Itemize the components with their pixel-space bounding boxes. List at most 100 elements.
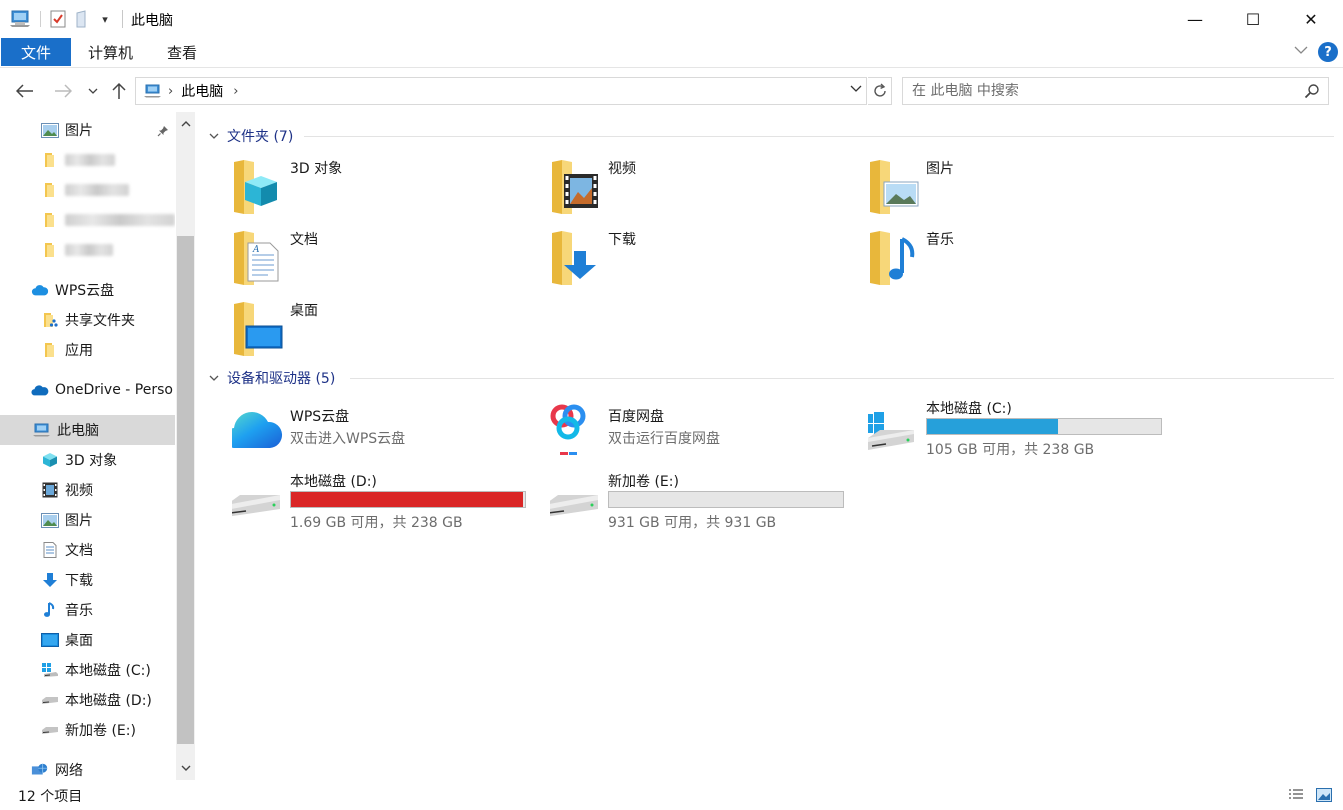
drive-free-space: 1.69 GB 可用，共 238 GB	[290, 515, 463, 531]
folder-label: 文档	[290, 232, 318, 248]
title-bar: ▾ 此电脑 — ☐ ✕	[0, 0, 1343, 38]
maximize-button[interactable]: ☐	[1224, 0, 1282, 38]
desktop-icon	[41, 632, 59, 648]
large-icons-view-icon[interactable]	[1314, 786, 1334, 804]
sidebar-item-drive-c[interactable]: 本地磁盘 (C:)	[0, 655, 175, 685]
folder-icon	[41, 182, 59, 198]
folder-tile-downloads[interactable]: 下载	[550, 229, 850, 293]
device-label: 本地磁盘 (C:)	[926, 401, 1012, 417]
sidebar-item-label: 共享文件夹	[65, 313, 135, 329]
drive-icon	[41, 722, 59, 738]
drive-usage-bar	[290, 491, 526, 508]
forward-button[interactable]	[52, 80, 74, 102]
device-tile-baidu-netdisk[interactable]: 百度网盘 双击运行百度网盘	[542, 398, 850, 466]
device-tile-wps-cloud[interactable]: WPS云盘 双击进入WPS云盘	[224, 402, 532, 466]
address-dropdown-icon[interactable]	[850, 82, 862, 96]
sidebar-item-videos[interactable]: 视频	[0, 475, 175, 505]
sidebar-item-redacted-folder[interactable]	[0, 235, 175, 265]
pictures-icon	[41, 512, 59, 528]
sidebar-item-redacted-folder[interactable]	[0, 145, 175, 175]
folder-label: 下载	[608, 232, 636, 248]
sidebar-item-shared-folder[interactable]: 共享文件夹	[0, 305, 175, 335]
customize-quick-access-icon[interactable]: ▾	[98, 8, 112, 30]
sidebar-item-label: 新加卷 (E:)	[65, 723, 136, 739]
sidebar-item-music[interactable]: 音乐	[0, 595, 175, 625]
sidebar-item-wps-cloud[interactable]: WPS云盘	[0, 275, 175, 305]
properties-icon[interactable]	[48, 8, 68, 30]
recent-locations-icon[interactable]	[86, 80, 100, 102]
redacted-text	[65, 214, 175, 226]
folder-tile-documents[interactable]: A 文档	[232, 229, 532, 293]
breadcrumb-chevron-icon[interactable]: ›	[168, 84, 173, 99]
scroll-down-icon[interactable]	[176, 758, 195, 778]
minimize-button[interactable]: —	[1166, 0, 1224, 38]
folder-label: 视频	[608, 161, 636, 177]
sidebar-item-label: WPS云盘	[55, 283, 115, 299]
tab-computer[interactable]: 计算机	[88, 38, 133, 66]
svg-text:A: A	[252, 245, 260, 255]
expand-ribbon-icon[interactable]	[1294, 44, 1308, 58]
pin-icon[interactable]	[157, 125, 169, 140]
collapse-chevron-icon[interactable]	[209, 131, 219, 142]
up-button[interactable]	[108, 80, 130, 102]
qa-separator	[40, 11, 41, 27]
group-divider	[350, 378, 1334, 379]
back-button[interactable]	[14, 80, 36, 102]
details-view-icon[interactable]	[1286, 786, 1306, 804]
sidebar-item-apps[interactable]: 应用	[0, 335, 175, 365]
video-icon	[41, 482, 59, 498]
device-tile-drive-d[interactable]: 本地磁盘 (D:) 1.69 GB 可用，共 238 GB	[226, 471, 532, 535]
search-icon[interactable]	[1304, 83, 1320, 103]
breadcrumb-this-pc[interactable]: 此电脑	[181, 81, 223, 101]
sidebar-item-this-pc[interactable]: 此电脑	[0, 415, 175, 445]
navigation-pane: 图片 WPS云盘 共享文件夹 应用 OneDrive - Perso 此电脑 3…	[0, 112, 196, 780]
desktop-folder-icon	[232, 300, 292, 360]
folder-tile-desktop[interactable]: 桌面	[232, 300, 532, 364]
sidebar-item-documents[interactable]: 文档	[0, 535, 175, 565]
new-folder-icon[interactable]	[74, 8, 92, 30]
sidebar-item-downloads[interactable]: 下载	[0, 565, 175, 595]
sidebar-item-onedrive[interactable]: OneDrive - Perso	[0, 375, 175, 405]
sidebar-item-label: 网络	[55, 763, 83, 779]
redacted-text	[65, 154, 115, 166]
close-button[interactable]: ✕	[1282, 0, 1340, 38]
scroll-up-icon[interactable]	[176, 114, 195, 134]
network-icon	[31, 762, 49, 778]
folder-tile-3d-objects[interactable]: 3D 对象	[232, 158, 532, 222]
sidebar-item-network[interactable]: 网络	[0, 755, 175, 785]
collapse-chevron-icon[interactable]	[209, 373, 219, 384]
address-bar[interactable]: › 此电脑 ›	[135, 77, 867, 105]
title-separator	[122, 10, 123, 28]
sidebar-item-drive-e[interactable]: 新加卷 (E:)	[0, 715, 175, 745]
refresh-button[interactable]	[868, 77, 892, 105]
search-input[interactable]	[903, 78, 1298, 104]
sidebar-item-3d-objects[interactable]: 3D 对象	[0, 445, 175, 475]
devices-group-header[interactable]: 设备和驱动器 (5)	[209, 368, 335, 388]
drive-usage-fill	[291, 492, 524, 507]
pc-icon[interactable]	[8, 8, 32, 30]
breadcrumb-chevron-icon[interactable]: ›	[233, 84, 238, 99]
drive-icon	[41, 692, 59, 708]
sidebar-item-pictures-pinned[interactable]: 图片	[0, 115, 175, 145]
documents-folder-icon: A	[232, 229, 292, 289]
sidebar-item-label: 应用	[65, 343, 93, 359]
folder-tile-pictures[interactable]: 图片	[868, 158, 1168, 222]
folders-group-header[interactable]: 文件夹 (7)	[209, 126, 293, 146]
device-tile-drive-e[interactable]: 新加卷 (E:) 931 GB 可用，共 931 GB	[544, 471, 850, 535]
device-tile-drive-c[interactable]: 本地磁盘 (C:) 105 GB 可用，共 238 GB	[864, 398, 1168, 462]
tab-view[interactable]: 查看	[167, 38, 197, 66]
sidebar-item-redacted-folder[interactable]	[0, 175, 175, 205]
sidebar-scroll-thumb[interactable]	[177, 236, 194, 744]
tab-file[interactable]: 文件	[1, 38, 71, 66]
search-box[interactable]	[902, 77, 1329, 105]
onedrive-icon	[31, 382, 49, 398]
3d-objects-folder-icon	[232, 158, 292, 218]
sidebar-item-desktop[interactable]: 桌面	[0, 625, 175, 655]
sidebar-item-pictures[interactable]: 图片	[0, 505, 175, 535]
folder-tile-music[interactable]: 音乐	[868, 229, 1168, 293]
folder-tile-videos[interactable]: 视频	[550, 158, 850, 222]
sidebar-item-drive-d[interactable]: 本地磁盘 (D:)	[0, 685, 175, 715]
folder-label: 图片	[926, 161, 954, 177]
help-button[interactable]: ?	[1318, 42, 1338, 62]
sidebar-item-redacted-folder[interactable]	[0, 205, 175, 235]
